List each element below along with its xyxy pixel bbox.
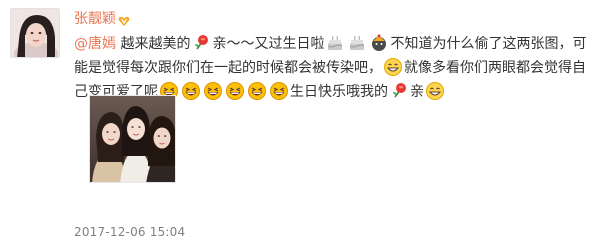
author-row: 张靓颖: [74, 9, 594, 29]
rose-icon: [191, 33, 211, 53]
post-text-segment: 亲～～又过生日啦: [212, 36, 325, 52]
celebration-icon: [369, 33, 389, 53]
post-timestamp[interactable]: 2017-12-06 15:04: [74, 224, 185, 240]
author-avatar[interactable]: [10, 8, 60, 58]
post-photo[interactable]: [89, 95, 176, 183]
grinning-face-icon: [383, 57, 403, 77]
laughing-face-icon: [203, 81, 223, 101]
post-text-segment: 越来越美的: [116, 36, 191, 52]
post-text-segment: 亲: [410, 84, 424, 100]
laughing-face-icon: [269, 81, 289, 101]
mention-link[interactable]: @唐嫣: [74, 36, 116, 52]
vip-heart-icon[interactable]: [118, 12, 130, 26]
post-text: @唐嫣 越来越美的 亲～～又过生日啦 不知道为什么偷了这两张图，可能是觉得每次跟你们…: [74, 32, 596, 104]
post-text-segment: 生日快乐哦我的: [290, 84, 388, 100]
post-body: 张靓颖 @唐嫣 越来越美的 亲～～又过生日啦 不知道为什么偷了这两张图，可能是觉得每…: [74, 9, 594, 104]
rose-icon: [389, 81, 409, 101]
laughing-face-icon: [225, 81, 245, 101]
weibo-post: 张靓颖 @唐嫣 越来越美的 亲～～又过生日啦 不知道为什么偷了这两张图，可能是觉得每…: [0, 0, 600, 247]
grinning-face-icon: [425, 81, 445, 101]
laughing-face-icon: [247, 81, 267, 101]
laughing-face-icon: [181, 81, 201, 101]
birthday-cake-icon: [347, 33, 367, 53]
author-name[interactable]: 张靓颖: [74, 9, 116, 29]
birthday-cake-icon: [325, 33, 345, 53]
